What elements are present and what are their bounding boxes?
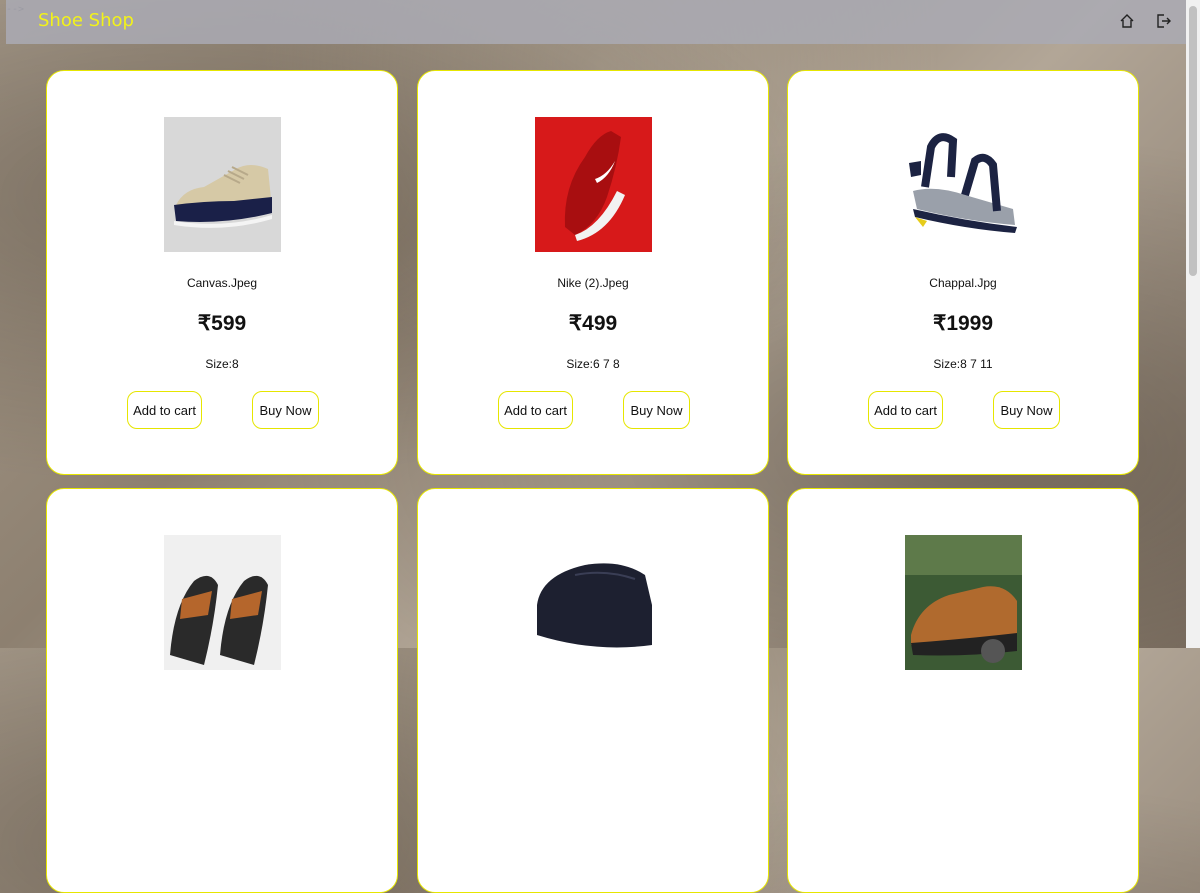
- product-card: Nike (2).Jpeg ₹499 Size:6 7 8 Add to car…: [417, 70, 769, 475]
- product-name: Chappal.Jpg: [929, 276, 997, 290]
- product-price: ₹599: [197, 312, 247, 335]
- product-card: [787, 488, 1139, 893]
- product-price: ₹1999: [932, 312, 994, 335]
- product-card: [417, 488, 769, 893]
- product-card: Canvas.Jpeg ₹599 Size:8 Add to cart Buy …: [46, 70, 398, 475]
- scrollbar-thumb[interactable]: [1189, 6, 1197, 276]
- product-image-hiking-shoe: [905, 535, 1022, 670]
- navbar: Shoe Shop: [6, 0, 1186, 44]
- product-image-canvas-shoe: [164, 117, 281, 252]
- product-name: Nike (2).Jpeg: [557, 276, 629, 290]
- product-image-sport-sandal: [905, 117, 1022, 252]
- product-card: Chappal.Jpg ₹1999 Size:8 7 11 Add to car…: [787, 70, 1139, 475]
- product-card: [46, 488, 398, 893]
- product-image-clog: [535, 535, 652, 670]
- vertical-scrollbar[interactable]: [1186, 0, 1200, 648]
- product-image-red-nike-shoe: [535, 117, 652, 252]
- buy-now-button[interactable]: Buy Now: [252, 391, 319, 429]
- logout-icon[interactable]: [1154, 12, 1172, 30]
- add-to-cart-button[interactable]: Add to cart: [498, 391, 573, 429]
- buy-now-button[interactable]: Buy Now: [623, 391, 690, 429]
- add-to-cart-button[interactable]: Add to cart: [868, 391, 943, 429]
- home-icon[interactable]: [1118, 12, 1136, 30]
- product-image-flip-flop: [164, 535, 281, 670]
- product-size: Size:8: [205, 357, 239, 371]
- product-size: Size:6 7 8: [566, 357, 620, 371]
- brand-title[interactable]: Shoe Shop: [38, 10, 134, 31]
- product-size: Size:8 7 11: [933, 357, 993, 371]
- product-price: ₹499: [568, 312, 618, 335]
- product-name: Canvas.Jpeg: [186, 276, 258, 290]
- buy-now-button[interactable]: Buy Now: [993, 391, 1060, 429]
- add-to-cart-button[interactable]: Add to cart: [127, 391, 202, 429]
